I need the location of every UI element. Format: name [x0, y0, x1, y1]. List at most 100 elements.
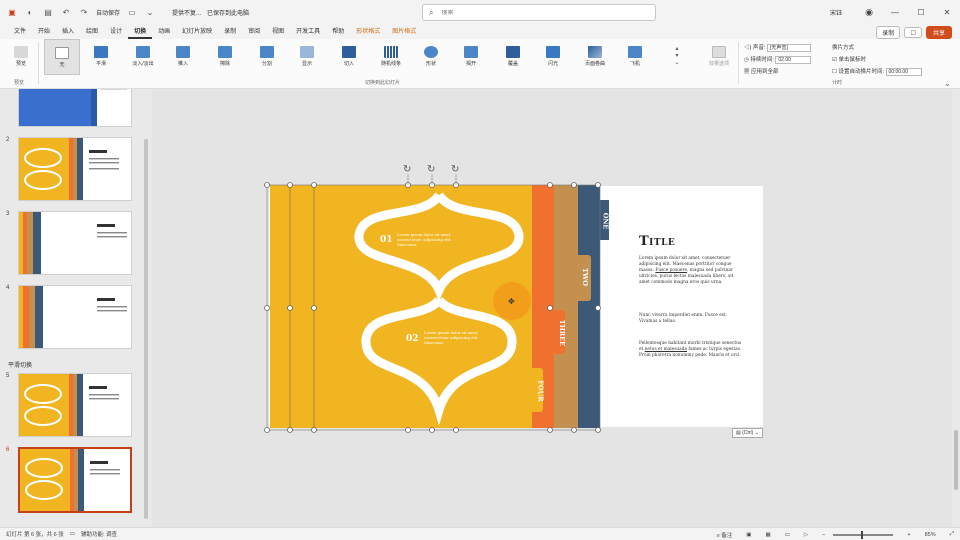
- menu-shape-format[interactable]: 形状格式: [350, 25, 386, 39]
- menu-home[interactable]: 开始: [32, 25, 56, 39]
- card-text-2[interactable]: Lorem ipsum dolor sit amet, consectetuer…: [424, 330, 486, 345]
- reading-view-icon[interactable]: ▭: [785, 532, 790, 538]
- zoom-slider[interactable]: [833, 530, 894, 539]
- present-icon[interactable]: ▭: [126, 8, 138, 17]
- duration-input[interactable]: 02.00: [775, 55, 812, 64]
- slide-thumbnail-2[interactable]: [18, 137, 132, 201]
- transition-uncover[interactable]: 揭开: [456, 39, 486, 75]
- transition-cover[interactable]: 覆盖: [498, 39, 528, 75]
- transition-more-arrows[interactable]: ▴ ▾ ⌄: [662, 39, 692, 75]
- zoom-slider-knob[interactable]: [861, 530, 864, 539]
- menu-transitions[interactable]: 切换: [128, 25, 153, 39]
- notes-button[interactable]: ≡ 备注: [717, 531, 733, 539]
- search-input[interactable]: [441, 9, 642, 16]
- tab-label-one[interactable]: ONE: [601, 213, 609, 230]
- collapse-ribbon-icon[interactable]: ⌄: [944, 79, 951, 88]
- menu-help[interactable]: 帮助: [326, 25, 350, 39]
- slide-paragraph-3[interactable]: Pellentesque habitant morbi tristique se…: [639, 341, 743, 359]
- preview-button[interactable]: 预览: [6, 39, 36, 75]
- slide-thumbnail-6[interactable]: [18, 447, 132, 513]
- zoom-in-button[interactable]: +: [907, 532, 910, 538]
- transition-none[interactable]: 无: [44, 39, 80, 75]
- tab-four-panel[interactable]: [270, 185, 532, 428]
- tab-label-three[interactable]: THREE: [558, 320, 566, 346]
- slide-sorter-icon[interactable]: ▦: [766, 532, 771, 538]
- menu-file[interactable]: 文件: [8, 25, 32, 39]
- after-time-checkbox[interactable]: ☐ 设置自动换片时间: 00:00.00: [832, 67, 922, 76]
- rotate-handle-icon[interactable]: ↻: [451, 164, 459, 175]
- fit-to-window-icon[interactable]: ⤢: [950, 531, 954, 538]
- menu-record[interactable]: 录制: [218, 25, 242, 39]
- slide-title[interactable]: Title: [639, 234, 675, 249]
- transition-push[interactable]: 推入: [168, 39, 198, 75]
- effect-options-button[interactable]: 效果选项: [704, 39, 734, 75]
- search-box[interactable]: ⌕: [422, 4, 656, 21]
- close-button[interactable]: ✕: [934, 0, 960, 25]
- slide-thumbnail-4[interactable]: [18, 285, 132, 349]
- tab-label-two[interactable]: TWO: [581, 268, 589, 286]
- tab-two-panel[interactable]: [554, 185, 578, 428]
- slide-thumbnail-2-image: [19, 138, 119, 200]
- comments-button[interactable]: ▢: [904, 27, 922, 38]
- rotate-handle-icon[interactable]: ↻: [427, 164, 435, 175]
- save-icon[interactable]: ▤: [42, 8, 54, 17]
- sound-select[interactable]: [无声音]: [766, 43, 811, 52]
- transition-flash[interactable]: 闪光: [538, 39, 568, 75]
- slideshow-icon[interactable]: ▷: [804, 532, 808, 538]
- slide-paragraph-1[interactable]: Lorem ipsum dolor sit amet, consectetuer…: [639, 256, 743, 286]
- advance-heading: 换片方式: [832, 45, 855, 51]
- card-text-1[interactable]: Lorem ipsum dolor sit amet, consectetuer…: [397, 232, 459, 247]
- on-click-checkbox[interactable]: ☑ 单击鼠标时: [832, 55, 866, 63]
- thumbnail-scrollbar[interactable]: [144, 139, 148, 519]
- transition-page-curl[interactable]: 页面卷曲: [580, 39, 610, 75]
- user-avatar[interactable]: ◉: [856, 0, 882, 25]
- redo-icon[interactable]: ↷: [78, 8, 90, 17]
- transition-morph[interactable]: 平滑: [86, 39, 116, 75]
- undo-icon[interactable]: ↶: [60, 8, 72, 17]
- zoom-out-button[interactable]: −: [822, 532, 825, 538]
- section-label[interactable]: 平滑切换: [8, 360, 32, 369]
- zoom-level[interactable]: 85%: [925, 532, 936, 538]
- slide-thumbnail-1[interactable]: [18, 89, 132, 127]
- transition-fade[interactable]: 淡入/淡出: [128, 39, 158, 75]
- transition-shape[interactable]: 形状: [416, 39, 446, 75]
- save-state[interactable]: 已保存到此电脑: [207, 8, 249, 17]
- menu-animations[interactable]: 动画: [152, 25, 176, 39]
- menu-design[interactable]: 设计: [104, 25, 128, 39]
- minimize-button[interactable]: —: [882, 0, 908, 25]
- apply-all-button[interactable]: ▦ 应用到全部: [744, 67, 779, 75]
- slide-thumbnail-5[interactable]: [18, 373, 132, 437]
- transition-wipe[interactable]: 擦除: [210, 39, 240, 75]
- transition-random-bars[interactable]: 随机线条: [376, 39, 406, 75]
- share-button[interactable]: 共享: [925, 26, 952, 39]
- duration-option[interactable]: ◷ 持续时间: 02.00: [744, 55, 812, 64]
- sound-option[interactable]: ◁) 声音: [无声音]: [744, 43, 811, 52]
- accessibility-status[interactable]: 辅助功能: 调查: [81, 530, 117, 538]
- autosave-toggle-icon[interactable]: ◐: [24, 8, 36, 17]
- paste-options-button[interactable]: ▤ (Ctrl) ⌄: [732, 428, 763, 438]
- transition-cut[interactable]: 切入: [334, 39, 364, 75]
- menu-picture-format[interactable]: 图片格式: [386, 25, 422, 39]
- language-icon[interactable]: ▭: [70, 531, 75, 537]
- menu-insert[interactable]: 插入: [56, 25, 80, 39]
- transition-airplane[interactable]: 飞机: [620, 39, 650, 75]
- transition-split[interactable]: 分割: [252, 39, 282, 75]
- menu-developer[interactable]: 开发工具: [290, 25, 326, 39]
- transition-reveal[interactable]: 显示: [292, 39, 322, 75]
- record-button[interactable]: 录制: [876, 26, 901, 39]
- slide-thumbnail-3[interactable]: [18, 211, 132, 275]
- editor-scrollbar[interactable]: [954, 430, 958, 490]
- menu-view[interactable]: 视图: [266, 25, 290, 39]
- tab-label-four[interactable]: FOUR: [537, 380, 545, 401]
- rotate-handle-icon[interactable]: ↻: [403, 164, 411, 175]
- normal-view-icon[interactable]: ▣: [746, 532, 751, 538]
- slide-paragraph-2[interactable]: Nunc viverra imperdiet enim. Fusce est. …: [639, 313, 743, 325]
- menu-draw[interactable]: 绘图: [80, 25, 104, 39]
- maximize-button[interactable]: ☐: [908, 0, 934, 25]
- menu-review[interactable]: 审阅: [242, 25, 266, 39]
- user-name[interactable]: 宋钰: [830, 8, 842, 17]
- after-time-input[interactable]: 00:00.00: [885, 67, 922, 76]
- menu-slideshow[interactable]: 幻灯片放映: [176, 25, 218, 39]
- folder-graphic[interactable]: ✥ ↻ ↻ ↻: [264, 160, 609, 436]
- customize-qat-icon[interactable]: ⌄: [144, 8, 156, 17]
